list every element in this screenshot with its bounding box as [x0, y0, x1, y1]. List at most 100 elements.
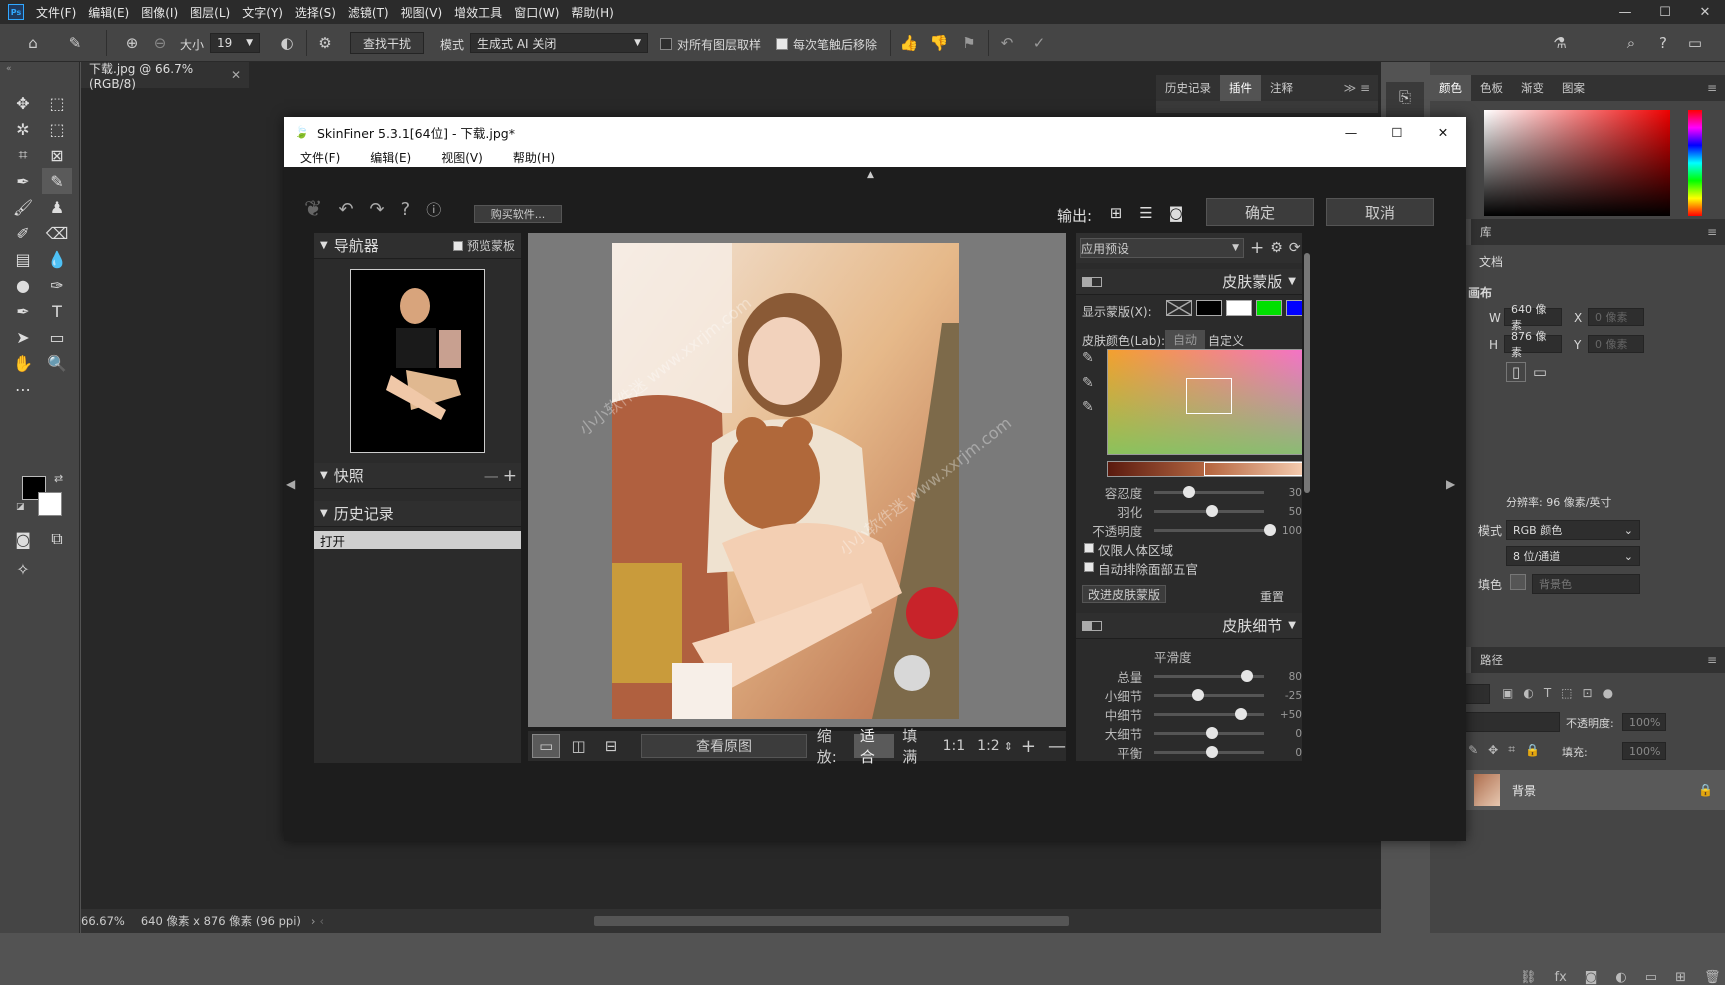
snapshot-header[interactable]: ▼ 快照 — + — [314, 463, 521, 489]
fx-icon[interactable]: fx — [1555, 970, 1567, 985]
gradient-tool-icon[interactable]: ▤ — [8, 246, 38, 272]
menu-window[interactable]: 窗口(W) — [514, 4, 559, 21]
adjust-filter-icon[interactable]: ◐ — [1523, 686, 1533, 700]
subtract-icon[interactable]: ⊖ — [150, 32, 170, 54]
menu-layer[interactable]: 图层(L) — [190, 4, 230, 21]
image-filter-icon[interactable]: ▣ — [1502, 686, 1513, 700]
size-input[interactable]: 19 ▼ — [210, 33, 260, 53]
bit-depth-select[interactable]: 8 位/通道 ⌄ — [1506, 546, 1640, 566]
path-select-icon[interactable]: ➤ — [8, 324, 38, 350]
landscape-icon[interactable]: ▭ — [1530, 362, 1550, 382]
toggle-icon[interactable] — [1082, 276, 1102, 287]
reset-button[interactable]: 重置 — [1260, 588, 1284, 605]
slider-track[interactable] — [1154, 505, 1265, 517]
color-mode-select[interactable]: RGB 颜色 ⌄ — [1506, 520, 1640, 540]
help-icon[interactable]: ? — [401, 199, 411, 220]
remove-tool-icon[interactable]: ✎ — [42, 168, 72, 194]
adjustment-icon[interactable]: ◐ — [1615, 970, 1626, 985]
height-input[interactable]: 876 像素 — [1504, 330, 1562, 359]
tone-range-bar[interactable] — [1107, 461, 1302, 477]
gear-icon[interactable]: ⚙ — [312, 30, 338, 56]
commit-icon[interactable]: ✓ — [1028, 32, 1050, 54]
x-input[interactable]: 0 像素 — [1588, 308, 1644, 326]
crop-tool-icon[interactable]: ⌗ — [8, 142, 38, 168]
add-preset-icon[interactable]: + — [1250, 238, 1264, 258]
history-item[interactable]: 打开 — [314, 531, 521, 549]
pressure-icon[interactable]: ◐ — [274, 30, 300, 56]
mask-none-swatch[interactable] — [1166, 300, 1192, 316]
fill-select[interactable]: 背景色 — [1532, 574, 1640, 594]
layer-row[interactable]: 背景 🔒 — [1430, 770, 1725, 810]
stamp-tool-icon[interactable]: ♟ — [42, 194, 72, 220]
frame-tool-icon[interactable]: ⊠ — [42, 142, 72, 168]
refresh-icon[interactable]: ⟳ — [1289, 240, 1301, 256]
horizontal-scrollbar[interactable] — [594, 916, 1070, 926]
zoom-fit-button[interactable]: 适合 — [853, 727, 895, 766]
find-distractions-button[interactable]: 查找干扰 — [350, 32, 424, 54]
type-filter-icon[interactable]: T — [1544, 686, 1551, 700]
slider-track[interactable] — [1154, 524, 1277, 536]
split-horizontal-icon[interactable]: ⊟ — [597, 734, 625, 758]
more-tools-icon[interactable]: ⋯ — [8, 376, 38, 402]
lab-color-field[interactable] — [1107, 349, 1302, 455]
opacity-input[interactable]: 100% — [1622, 713, 1666, 731]
menu-view[interactable]: 视图(V) — [401, 4, 443, 21]
undo-icon[interactable]: ↶ — [996, 32, 1018, 54]
tab-history[interactable]: 历史记录 — [1156, 75, 1220, 101]
output-mask-icon[interactable]: ◙ — [1166, 203, 1186, 223]
chevron-right-icon[interactable]: › — [311, 914, 316, 928]
improve-mask-button[interactable]: 改进皮肤蒙版 — [1082, 585, 1166, 603]
lock-move-icon[interactable]: ✥ — [1488, 743, 1498, 757]
eraser-icon[interactable]: ⌫ — [42, 220, 72, 246]
slider-track[interactable] — [1154, 746, 1265, 758]
sf-menu-file[interactable]: 文件(F) — [300, 149, 340, 166]
color-field[interactable] — [1484, 110, 1670, 216]
tab-libraries[interactable]: 库 — [1471, 219, 1501, 245]
slider-track[interactable] — [1154, 689, 1265, 701]
pen-icon[interactable]: ✒ — [8, 298, 38, 324]
portrait-icon[interactable]: ▯ — [1506, 362, 1526, 382]
slider-track[interactable] — [1154, 486, 1265, 498]
panel-menu-icon[interactable]: ≡ — [1707, 81, 1717, 95]
undo-icon[interactable]: ↶ — [338, 199, 353, 220]
rectangle-tool-icon[interactable]: ▭ — [42, 324, 72, 350]
chevron-left-icon[interactable]: ‹ — [320, 914, 325, 928]
exclude-face-checkbox[interactable] — [1084, 562, 1094, 572]
minimize-icon[interactable]: — — [1328, 125, 1374, 140]
width-input[interactable]: 640 像素 — [1504, 303, 1562, 332]
menu-filter[interactable]: 滤镜(T) — [348, 4, 389, 21]
minimize-icon[interactable]: — — [1605, 0, 1645, 24]
sf-menu-view[interactable]: 视图(V) — [441, 149, 483, 166]
body-only-checkbox[interactable] — [1084, 543, 1094, 553]
slider-knob[interactable] — [1206, 727, 1219, 739]
tab-patterns[interactable]: 图案 — [1553, 75, 1594, 101]
output-adjust-icon[interactable]: ☰ — [1136, 203, 1156, 223]
move-tool-icon[interactable]: ✥ — [8, 90, 38, 116]
menu-image[interactable]: 图像(I) — [141, 4, 178, 21]
slider-knob[interactable] — [1183, 486, 1196, 498]
menu-help[interactable]: 帮助(H) — [571, 4, 613, 21]
zoom-fill-button[interactable]: 填满 — [902, 725, 930, 767]
sample-all-checkbox[interactable] — [660, 38, 672, 50]
ok-button[interactable]: 确定 — [1206, 198, 1314, 226]
add-icon[interactable]: ⊕ — [122, 32, 142, 54]
remove-after-checkbox[interactable] — [776, 38, 788, 50]
add-snapshot-icon[interactable]: + — [503, 466, 517, 486]
slider-knob[interactable] — [1206, 505, 1219, 517]
output-layer-icon[interactable]: ⊞ — [1106, 203, 1126, 223]
eyedropper-minus-icon[interactable]: ✎ — [1082, 399, 1094, 415]
maximize-icon[interactable]: ☐ — [1645, 0, 1685, 24]
mask-color-swatch[interactable] — [1286, 300, 1302, 316]
mask-color-swatch[interactable] — [1226, 300, 1252, 316]
redo-icon[interactable]: ↷ — [370, 199, 385, 220]
collapse-icon[interactable]: « — [6, 64, 12, 74]
view-original-button[interactable]: 查看原图 — [641, 734, 807, 758]
panel-menu-icon[interactable]: ≫ ≡ — [1344, 81, 1370, 95]
fill-input[interactable]: 100% — [1622, 742, 1666, 760]
fill-swatch[interactable] — [1510, 574, 1526, 590]
menu-type[interactable]: 文字(Y) — [242, 4, 283, 21]
preview-mask-checkbox[interactable] — [452, 240, 463, 251]
brush-tool-icon[interactable]: 🖌 — [8, 194, 38, 220]
menu-select[interactable]: 选择(S) — [295, 4, 336, 21]
history-panel-icon[interactable]: ⎘ — [1386, 82, 1424, 112]
